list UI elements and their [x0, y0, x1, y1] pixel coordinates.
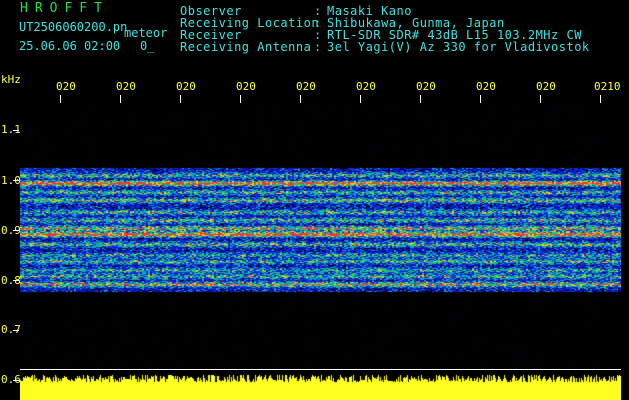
- spectrogram-plot[interactable]: [20, 104, 621, 400]
- y-tick-mark: [13, 380, 19, 381]
- y-tick-mark: [13, 180, 19, 181]
- time-tick: [540, 95, 541, 103]
- time-tick: [420, 95, 421, 103]
- x-tick-label: 020: [56, 80, 76, 93]
- time-tick: [180, 95, 181, 103]
- x-tick-label: 020: [476, 80, 496, 93]
- station-info-separators: : : : :: [314, 5, 322, 53]
- y-tick-mark: [13, 230, 19, 231]
- y-tick-mark: [13, 330, 19, 331]
- time-tick: [60, 95, 61, 103]
- x-tick-label: 0210: [594, 80, 621, 93]
- y-axis-unit: kHz: [1, 73, 21, 86]
- time-tick: [480, 95, 481, 103]
- separator: :: [314, 40, 322, 54]
- meteor-counter: 0_: [140, 39, 155, 53]
- value-antenna: 3el Yagi(V) Az 330 for Vladivostok: [327, 40, 590, 54]
- power-histogram: [20, 370, 621, 400]
- x-tick-label: 020: [116, 80, 136, 93]
- capture-datetime: 25.06.06 02:00: [19, 39, 121, 53]
- y-tick-mark: [13, 280, 19, 281]
- app-title: HROFFT: [20, 1, 109, 16]
- x-tick-label: 020: [176, 80, 196, 93]
- time-tick: [360, 95, 361, 103]
- detection-tag: meteor: [124, 26, 168, 40]
- x-tick-label: 020: [536, 80, 556, 93]
- station-info-labels: Observer Receiving Location Receiver Rec…: [180, 5, 319, 53]
- y-tick-mark: [13, 130, 19, 131]
- x-tick-label: 020: [236, 80, 256, 93]
- station-info-values: Masaki Kano Shibukawa, Gunma, Japan RTL-…: [327, 5, 590, 53]
- x-tick-label: 020: [296, 80, 316, 93]
- time-tick: [600, 95, 601, 103]
- file-name: UT2506060200.pn: [19, 20, 128, 34]
- time-tick: [300, 95, 301, 103]
- x-tick-label: 020: [356, 80, 376, 93]
- x-tick-label: 020: [416, 80, 436, 93]
- time-tick: [240, 95, 241, 103]
- spectrogram-canvas: [20, 104, 621, 370]
- label-antenna: Receiving Antenna: [180, 40, 312, 54]
- time-tick: [120, 95, 121, 103]
